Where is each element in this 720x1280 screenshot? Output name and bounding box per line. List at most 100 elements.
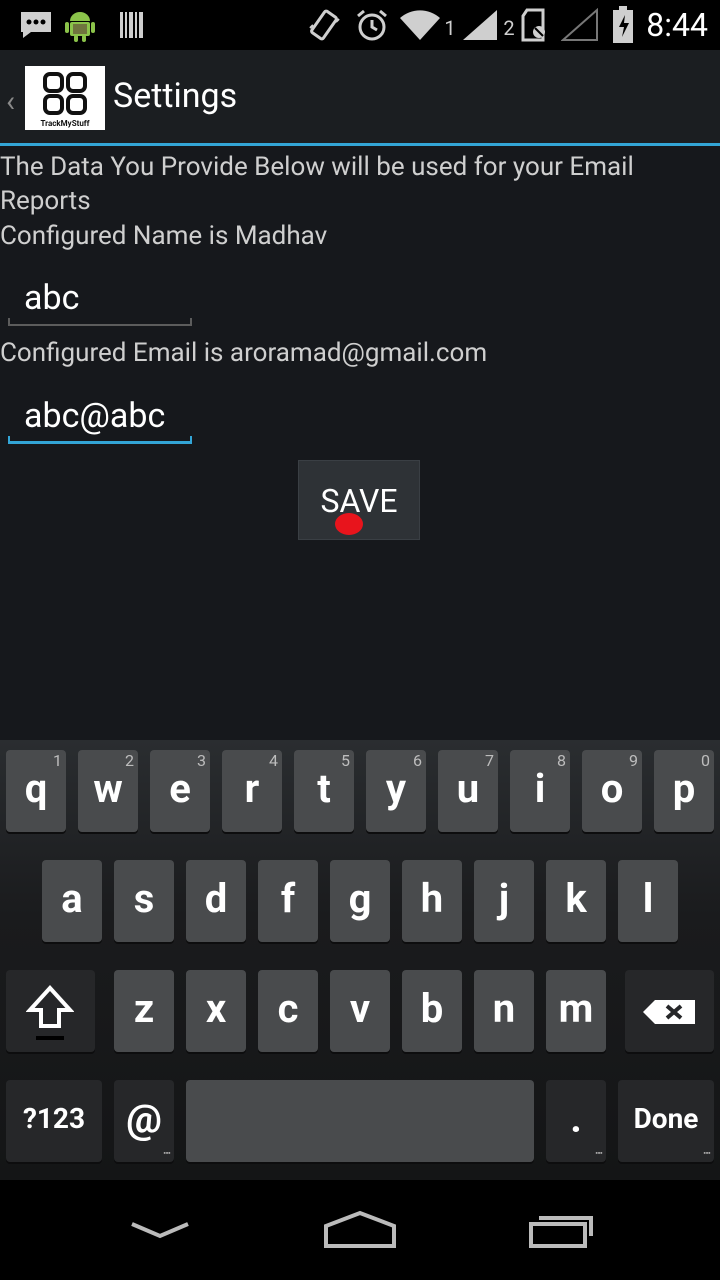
wifi-icon (398, 0, 442, 50)
key-e-label: e (169, 765, 191, 812)
key-p-label: p (672, 765, 696, 812)
shift-key[interactable] (6, 970, 95, 1052)
key-r[interactable]: r4 (222, 750, 282, 832)
page-title: Settings (113, 76, 238, 116)
key-t-label: t (317, 765, 331, 812)
backspace-key[interactable] (625, 970, 714, 1052)
key-w[interactable]: w2 (78, 750, 138, 832)
symbols-key-label: ?123 (22, 1102, 86, 1135)
key-r-label: r (244, 765, 260, 812)
key-z-label: z (133, 985, 155, 1032)
key-r-hint: 4 (269, 751, 278, 770)
shift-icon (26, 985, 74, 1040)
key-y-label: y (385, 765, 407, 812)
key-u[interactable]: u7 (438, 750, 498, 832)
symbols-key[interactable]: ?123 (6, 1080, 102, 1162)
key-i-label: i (534, 765, 546, 812)
key-o-label: o (600, 765, 624, 812)
key-w-hint: 2 (125, 751, 134, 770)
key-h-label: h (420, 875, 444, 922)
key-f[interactable]: f (258, 860, 318, 942)
key-b-label: b (420, 985, 444, 1032)
key-c[interactable]: c (258, 970, 318, 1052)
key-x[interactable]: x (186, 970, 246, 1052)
key-q[interactable]: q1 (6, 750, 66, 832)
key-g-label: g (348, 875, 372, 922)
key-h[interactable]: h (402, 860, 462, 942)
key-g[interactable]: g (330, 860, 390, 942)
key-l[interactable]: l (618, 860, 678, 942)
key-f-label: f (280, 875, 296, 922)
key-a-label: a (61, 875, 83, 922)
key-l-label: l (642, 875, 654, 922)
logo-text: TrackMyStuff (40, 119, 90, 128)
done-key[interactable]: Done ∙∙∙ (618, 1080, 714, 1162)
up-chevron-icon[interactable]: ‹ (6, 84, 15, 119)
configured-email-label: Configured Email is aroramad@gmail.com (0, 338, 488, 368)
at-key[interactable]: @ ∙∙∙ (114, 1080, 174, 1162)
key-c-label: c (277, 985, 299, 1032)
key-q-hint: 1 (53, 751, 62, 770)
more-options-icon: ∙∙∙ (594, 1146, 603, 1160)
battery-charging-icon (610, 0, 636, 50)
key-u-hint: 7 (485, 751, 494, 770)
key-y-hint: 6 (413, 751, 422, 770)
key-s[interactable]: s (114, 860, 174, 942)
message-icon (18, 0, 54, 50)
key-q-label: q (24, 765, 48, 812)
email-field-underline (8, 441, 192, 444)
key-t[interactable]: t5 (294, 750, 354, 832)
done-key-label: Done (633, 1102, 699, 1135)
key-d[interactable]: d (186, 860, 246, 942)
name-field-tick-left (8, 318, 10, 326)
action-bar (0, 50, 720, 144)
key-k[interactable]: k (546, 860, 606, 942)
key-j[interactable]: j (474, 860, 534, 942)
period-key[interactable]: . ∙∙∙ (546, 1080, 606, 1162)
key-s-label: s (133, 875, 155, 922)
email-field-tick-right (190, 436, 192, 444)
sim2-label: 2 (503, 16, 515, 40)
key-z[interactable]: z (114, 970, 174, 1052)
app-logo[interactable]: TrackMyStuff (25, 66, 105, 130)
key-a[interactable]: a (42, 860, 102, 942)
key-m-label: m (558, 985, 594, 1032)
space-key[interactable] (186, 1080, 534, 1162)
key-n[interactable]: n (474, 970, 534, 1052)
key-e[interactable]: e3 (150, 750, 210, 832)
key-i-hint: 8 (557, 751, 566, 770)
alarm-icon (354, 0, 390, 50)
key-p[interactable]: p0 (654, 750, 714, 832)
name-field-tick-right (190, 318, 192, 326)
sd-card-icon (518, 0, 550, 50)
no-signal-icon (560, 0, 600, 50)
name-field[interactable]: abc (8, 266, 192, 326)
hide-keyboard-icon[interactable] (120, 1180, 200, 1280)
key-o[interactable]: o9 (582, 750, 642, 832)
email-field[interactable]: abc@abc (8, 384, 192, 444)
email-field-value: abc@abc (24, 396, 166, 436)
key-e-hint: 3 (197, 751, 206, 770)
sim1-label: 1 (444, 16, 456, 40)
clock-time: 8:44 (646, 6, 708, 44)
key-i[interactable]: i8 (510, 750, 570, 832)
key-p-hint: 0 (701, 751, 710, 770)
key-m[interactable]: m (546, 970, 606, 1052)
name-field-value: abc (24, 278, 80, 318)
key-o-hint: 9 (629, 751, 638, 770)
touch-indicator (335, 513, 363, 535)
period-key-label: . (570, 1095, 582, 1142)
recent-apps-icon[interactable] (522, 1180, 602, 1280)
home-icon[interactable] (320, 1180, 400, 1280)
key-b[interactable]: b (402, 970, 462, 1052)
key-v-label: v (349, 985, 371, 1032)
key-w-label: w (93, 765, 123, 812)
backspace-icon (643, 1000, 695, 1024)
key-k-label: k (565, 875, 587, 922)
vibrate-icon (306, 0, 342, 50)
key-u-label: u (456, 765, 480, 812)
key-v[interactable]: v (330, 970, 390, 1052)
key-y[interactable]: y6 (366, 750, 426, 832)
name-field-underline (8, 324, 192, 326)
status-bar: 1 2 8:44 (0, 0, 720, 50)
